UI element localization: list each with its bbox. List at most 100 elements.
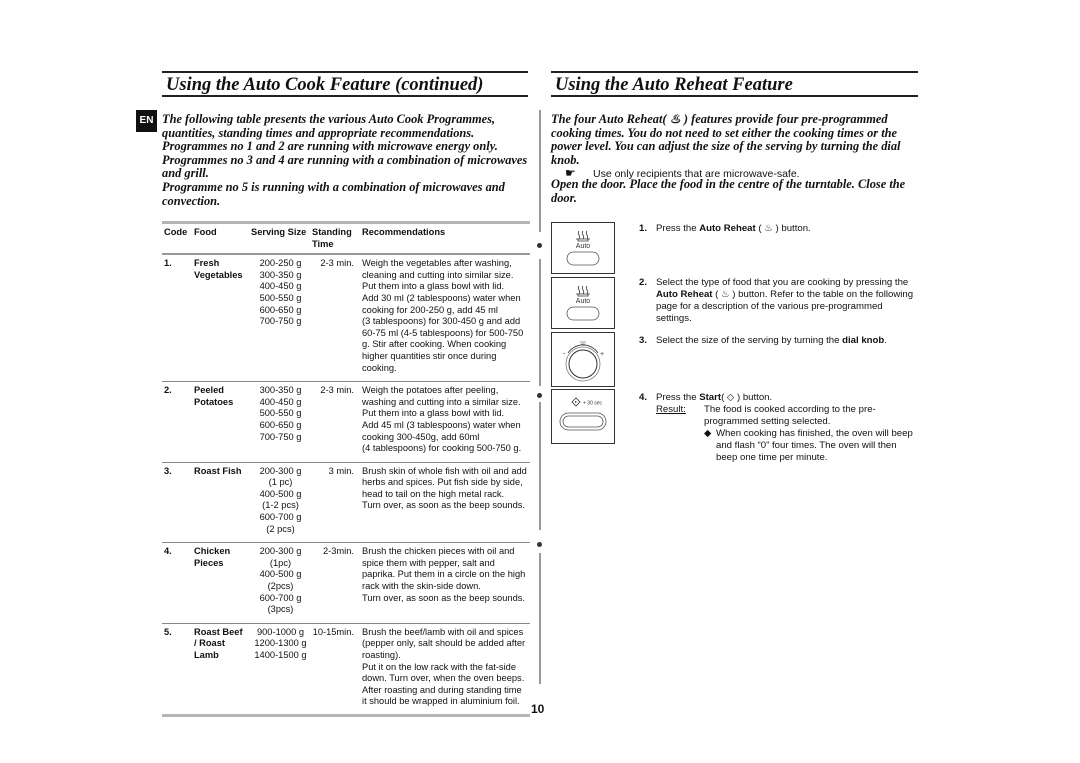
auto-button-shape xyxy=(566,251,600,266)
ui-term: Auto Reheat xyxy=(656,289,713,300)
header-standing-time: Standing Time xyxy=(312,227,352,249)
cell-recommendations-line: spice them with pepper, salt and xyxy=(362,557,495,568)
auto-reheat-panel-2: Auto xyxy=(551,277,615,329)
cell-serving-size: 900-1000 g 1200-1300 g 1400-1500 g xyxy=(249,627,312,708)
cell-code: 5. xyxy=(164,626,172,637)
table-bottom-rule xyxy=(162,713,530,717)
cell-serving-size-line: (3pcs) xyxy=(267,604,294,615)
cell-recommendations-line: Brush the chicken pieces with oil and xyxy=(362,546,515,557)
cell-recommendations-line: Weigh the potatoes after peeling, xyxy=(362,385,499,396)
cell-standing-time: 2-3 min. xyxy=(320,385,354,396)
start-button-inner xyxy=(562,415,604,428)
auto-cook-table: Code Food Serving Size Standing Time Rec… xyxy=(162,221,530,717)
step-4: 4. Press the Start( ◇ ) button. Result: … xyxy=(639,392,924,464)
auto-reheat-intro: The four Auto Reheat( ♨ ) features provi… xyxy=(551,112,926,167)
intro-paragraph: The following table presents the various… xyxy=(162,112,496,140)
divider-dot xyxy=(537,393,542,398)
cell-recommendations: Weigh the vegetables after washing, clean… xyxy=(362,258,530,374)
bullet-text: When cooking has finished, the oven will… xyxy=(716,428,913,463)
result-label: Result: xyxy=(656,404,686,415)
cell-code: 1. xyxy=(164,258,172,269)
cell-serving-size: 200-300 g (1pc) 400-500 g (2pcs) 600-700 g (3… xyxy=(249,546,312,616)
cell-serving-size-line: 600-700 g xyxy=(259,512,302,523)
cell-food-line: Pieces xyxy=(194,557,224,568)
dial-knob-panel: - + xyxy=(551,332,615,387)
auto-reheat-panel-1: Auto xyxy=(551,222,615,274)
cell-recommendations-line: cooking 300-450g, add 60ml xyxy=(362,431,480,442)
cell-food-line: Potatoes xyxy=(194,396,234,407)
cell-recommendations-line: roasting). xyxy=(362,650,401,660)
column-divider xyxy=(539,110,541,232)
page-number: 10 xyxy=(531,702,545,716)
cell-recommendations-line: paprika. Put them in a circle on the hig… xyxy=(362,569,526,580)
step-number: 3. xyxy=(639,335,648,346)
auto-label: Auto xyxy=(576,298,591,305)
cell-serving-size-line: 500-550 g xyxy=(259,292,302,303)
cell-recommendations: Brush the chicken pieces with oil and spi… xyxy=(362,546,530,616)
dial-knob-illustration: - + xyxy=(563,341,604,382)
cell-recommendations-line: Weigh the vegetables after washing, xyxy=(362,258,512,269)
cell-serving-size-line: 700-750 g xyxy=(259,431,302,442)
dial-arc xyxy=(567,344,599,354)
cell-recommendations-line: it should be wrapped in aluminium foil. xyxy=(362,696,520,707)
dial-outer-ring xyxy=(565,346,601,382)
intro-paragraph: Programmes no 3 and 4 are running with a… xyxy=(162,152,528,181)
step-2: 2. Select the type of food that you are … xyxy=(639,277,914,325)
section-heading-auto-cook: Using the Auto Cook Feature (continued) xyxy=(162,71,528,97)
cell-standing-time: 10-15min. xyxy=(312,626,354,637)
ui-term: Start xyxy=(699,392,722,403)
open-door-instruction: Open the door. Place the food in the cen… xyxy=(551,177,906,205)
header-recommendations: Recommendations xyxy=(362,227,446,237)
cell-food: Chicken Pieces xyxy=(194,546,249,616)
cell-serving-size-line: 300-350 g xyxy=(259,385,302,396)
step-text: Select the size of the serving by turnin… xyxy=(656,335,887,346)
cell-food: Peeled Potatoes xyxy=(194,385,249,455)
cell-serving-size-line: 300-350 g xyxy=(259,269,302,280)
header-serving-size: Serving Size xyxy=(251,227,307,237)
cell-recommendations-line: down. Turn over, when the oven beeps. xyxy=(362,673,525,684)
cell-recommendations-line: After roasting and during standing time xyxy=(362,684,522,695)
step-number: 1. xyxy=(639,223,648,234)
cell-food-line: Peeled xyxy=(194,385,224,396)
result-bullet: ◆ When cooking has finished, the oven wi… xyxy=(704,428,924,464)
cell-recommendations-line: herbs and spices. Put fish side by side, xyxy=(362,477,523,488)
cell-serving-size-line: 400-450 g xyxy=(259,281,302,292)
cell-recommendations-line: Put them into a glass bowl with lid. xyxy=(362,408,505,419)
cell-standing-time: 2-3min. xyxy=(322,546,354,557)
intro-paragraph: Programmes no 1 and 2 are running with m… xyxy=(162,139,498,154)
auto-label: Auto xyxy=(576,243,591,250)
header-code: Code xyxy=(164,227,188,237)
cell-food-line: Roast Beef xyxy=(194,626,243,637)
cell-serving-size: 300-350 g 400-450 g 500-550 g 600-650 g 700-… xyxy=(249,385,312,455)
table-row: 2. Peeled Potatoes 300-350 g 400-450 g 500-55… xyxy=(162,382,530,459)
table-row: 1. Fresh Vegetables 200-250 g 300-350 g 400-4… xyxy=(162,255,530,378)
cell-recommendations-line: cooking for 200-250 g, add 45 ml xyxy=(362,304,498,315)
cell-recommendations: Brush skin of whole fish with oil and ad… xyxy=(362,466,530,536)
cell-recommendations-line: Add 30 ml (2 tablespoons) water when xyxy=(362,292,521,303)
cell-recommendations-line: (4 tablespoons) for cooking 500-750 g. xyxy=(362,443,522,454)
cell-recommendations-line: Turn over, as soon as the beep sounds. xyxy=(362,500,525,511)
step-3: 3. Select the size of the serving by tur… xyxy=(639,335,924,347)
start-icon xyxy=(571,397,581,407)
table-header-row: Code Food Serving Size Standing Time Rec… xyxy=(162,224,530,253)
step-number: 4. xyxy=(639,392,648,403)
ui-term: dial knob xyxy=(842,335,885,346)
cell-serving-size-line: 200-300 g xyxy=(259,546,302,557)
cell-serving-size-line: 600-700 g xyxy=(259,592,302,603)
step-text: Press the Auto Reheat ( ♨ ) button. xyxy=(656,223,811,234)
divider-dot xyxy=(537,542,542,547)
auto-cook-intro: The following table presents the various… xyxy=(162,112,532,208)
language-badge: EN xyxy=(136,110,157,132)
cell-serving-size: 200-250 g 300-350 g 400-450 g 500-550 g 600-… xyxy=(249,258,312,374)
table-body: 1. Fresh Vegetables 200-250 g 300-350 g 400-4… xyxy=(162,255,530,717)
cell-recommendations-line: cooking. xyxy=(362,362,397,373)
cell-serving-size-line: 400-450 g xyxy=(259,396,302,407)
table-row: 3. Roast Fish 200-300 g (1 pc) 400-500 g (1-2… xyxy=(162,463,530,540)
cell-food-line: / Roast xyxy=(194,638,225,649)
step-text: Press the Start( ◇ ) button. xyxy=(656,392,773,403)
cell-serving-size-line: (1 pc) xyxy=(268,477,293,488)
cell-serving-size-line: (2 pcs) xyxy=(266,523,295,534)
cell-code: 4. xyxy=(164,546,172,557)
cell-recommendations-line: head to tail on the high metal rack. xyxy=(362,488,505,499)
cell-code: 2. xyxy=(164,385,172,396)
